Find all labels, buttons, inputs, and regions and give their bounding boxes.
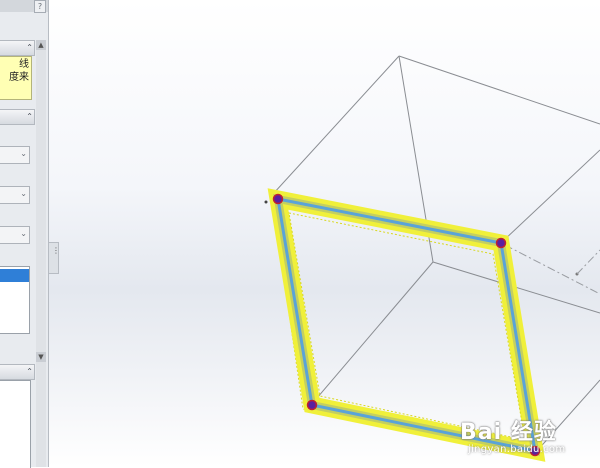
edge-top-left[interactable] xyxy=(272,55,400,195)
cursor-point xyxy=(264,200,268,204)
panel-scrollbar[interactable] xyxy=(36,40,46,467)
edge-hidden-right[interactable] xyxy=(576,249,600,275)
collapse-chevron-icon[interactable]: ⌃ xyxy=(26,111,33,123)
wireframe-edges xyxy=(272,55,600,453)
edge-right-upper[interactable] xyxy=(501,149,600,243)
watermark: Bai 经验 jingyan.baidu.com xyxy=(460,414,595,464)
grip-icon: ⋮ xyxy=(52,246,60,255)
chevron-down-icon: ⌄ xyxy=(20,229,27,238)
edge-top[interactable] xyxy=(398,55,600,125)
edge-back-bottom-left[interactable] xyxy=(310,261,434,406)
vertex-bottom-left[interactable] xyxy=(306,399,318,411)
selection-list[interactable] xyxy=(0,266,30,334)
collapse-chevron-icon[interactable]: ⌃ xyxy=(26,42,33,54)
watermark-url: jingyan.baidu.com xyxy=(468,444,566,455)
panel-title-bar: ? xyxy=(0,0,48,13)
selection-combo-1[interactable]: ⌄ xyxy=(0,146,30,164)
centerline[interactable] xyxy=(504,244,600,295)
scroll-down-button[interactable]: ▼ xyxy=(36,352,46,362)
selected-list-item[interactable] xyxy=(0,269,29,282)
panel-splitter-handle[interactable]: ⋮ xyxy=(49,242,60,274)
message-line-1: 线 xyxy=(19,59,29,70)
collapse-chevron-icon[interactable]: ⌃ xyxy=(26,366,33,378)
message-section-header[interactable]: ⌃ xyxy=(0,40,35,56)
message-box: 线 度来 xyxy=(0,56,32,100)
scroll-up-button[interactable]: ▲ xyxy=(36,40,46,50)
vertex-top-right[interactable] xyxy=(495,237,507,249)
selection-combo-2[interactable]: ⌄ xyxy=(0,186,30,204)
vertex-top-left[interactable] xyxy=(272,193,284,205)
selection-section-header[interactable]: ⌃ xyxy=(0,109,35,125)
chevron-down-icon: ⌄ xyxy=(20,189,27,198)
help-button[interactable]: ? xyxy=(34,0,46,13)
model-scene[interactable] xyxy=(0,0,600,467)
lower-list[interactable] xyxy=(0,380,31,468)
property-manager-panel: ? ⌃ 线 度来 ⌃ ⌄ ⌄ ⌄ ⌃ ▲ ▼ xyxy=(0,0,49,468)
lower-section-header[interactable]: ⌃ xyxy=(0,364,35,380)
selection-combo-3[interactable]: ⌄ xyxy=(0,226,30,244)
watermark-brand: Bai 经验 xyxy=(460,420,557,445)
chevron-down-icon: ⌄ xyxy=(20,149,27,158)
message-line-2: 度来 xyxy=(9,72,29,83)
